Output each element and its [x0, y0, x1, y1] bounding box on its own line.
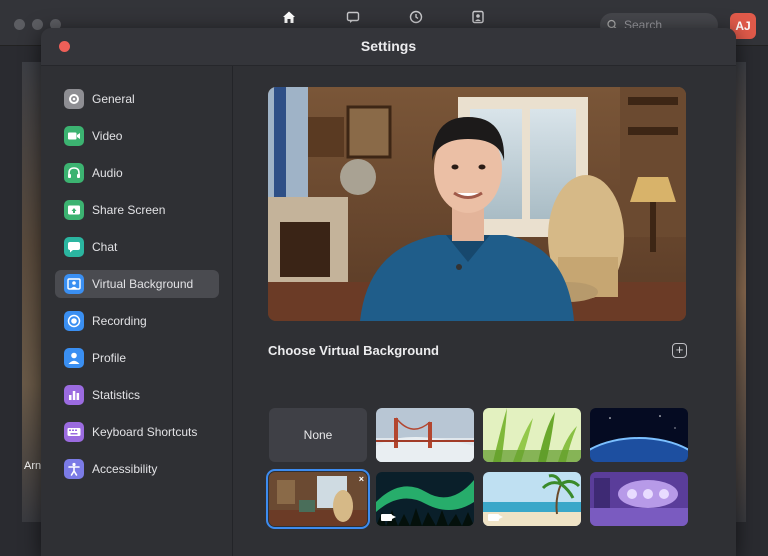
- background-thumb-living-room[interactable]: ×: [266, 469, 370, 529]
- window-title: Settings: [360, 38, 417, 54]
- headphones-icon: [64, 163, 84, 183]
- home-icon[interactable]: [281, 10, 297, 26]
- contacts-icon[interactable]: [470, 10, 486, 26]
- sidebar-item-chat[interactable]: Chat: [55, 233, 219, 261]
- sidebar-item-statistics[interactable]: Statistics: [55, 381, 219, 409]
- background-thumb-none[interactable]: None: [269, 408, 367, 462]
- sidebar-item-label: Share Screen: [92, 203, 166, 217]
- keyboard-icon: [64, 422, 84, 442]
- sidebar-item-label: Accessibility: [92, 462, 158, 476]
- sidebar-item-general[interactable]: General: [55, 85, 219, 113]
- sidebar-item-label: Virtual Background: [92, 277, 194, 291]
- person-frame-icon: [64, 274, 84, 294]
- sidebar-item-audio[interactable]: Audio: [55, 159, 219, 187]
- share-screen-icon: [64, 200, 84, 220]
- sidebar-item-profile[interactable]: Profile: [55, 344, 219, 372]
- sidebar-item-share-screen[interactable]: Share Screen: [55, 196, 219, 224]
- sidebar-item-label: Profile: [92, 351, 127, 365]
- background-thumb-earth[interactable]: [590, 408, 688, 462]
- record-icon: [64, 311, 84, 331]
- sidebar-item-label: Recording: [92, 314, 147, 328]
- add-background-button[interactable]: +: [672, 343, 687, 358]
- profile-icon: [64, 348, 84, 368]
- sidebar-item-label: General: [92, 92, 135, 106]
- traffic-light-close[interactable]: [14, 19, 25, 30]
- virtual-background-panel: Choose Virtual Background + None ×: [234, 66, 736, 556]
- video-icon: [381, 514, 396, 521]
- sidebar-item-label: Chat: [92, 240, 118, 254]
- settings-sidebar: General Video Audio Share Screen Chat Vi…: [41, 66, 233, 556]
- background-video-tile-right: [736, 62, 746, 522]
- background-participant-name: Arn: [24, 460, 42, 472]
- background-thumb-grass[interactable]: [483, 408, 581, 462]
- settings-window: Settings General Video Audio Share Scree…: [41, 28, 736, 556]
- plus-icon: +: [675, 342, 684, 357]
- sidebar-item-label: Statistics: [92, 388, 141, 402]
- sidebar-item-video[interactable]: Video: [55, 122, 219, 150]
- clock-icon[interactable]: [408, 10, 424, 26]
- delete-icon[interactable]: ×: [359, 474, 364, 484]
- sidebar-item-label: Keyboard Shortcuts: [92, 425, 198, 439]
- background-thumb-aurora[interactable]: [376, 472, 474, 526]
- sidebar-item-label: Audio: [92, 166, 123, 180]
- video-icon: [64, 126, 84, 146]
- chat-icon[interactable]: [345, 10, 361, 26]
- video-icon: [488, 514, 503, 521]
- sidebar-item-recording[interactable]: Recording: [55, 307, 219, 335]
- sidebar-item-label: Video: [92, 129, 123, 143]
- sidebar-item-keyboard-shortcuts[interactable]: Keyboard Shortcuts: [55, 418, 219, 446]
- video-preview: [268, 87, 686, 321]
- section-title: Choose Virtual Background: [268, 343, 439, 358]
- gear-icon: [64, 89, 84, 109]
- background-thumb-golden-gate[interactable]: [376, 408, 474, 462]
- background-thumb-beach[interactable]: [483, 472, 581, 526]
- chat-icon: [64, 237, 84, 257]
- sidebar-item-virtual-background[interactable]: Virtual Background: [55, 270, 219, 298]
- sidebar-item-accessibility[interactable]: Accessibility: [55, 455, 219, 483]
- title-bar: Settings: [41, 28, 736, 66]
- statistics-icon: [64, 385, 84, 405]
- background-thumb-purple-room[interactable]: [590, 472, 688, 526]
- thumb-label: None: [303, 428, 333, 442]
- accessibility-icon: [64, 459, 84, 479]
